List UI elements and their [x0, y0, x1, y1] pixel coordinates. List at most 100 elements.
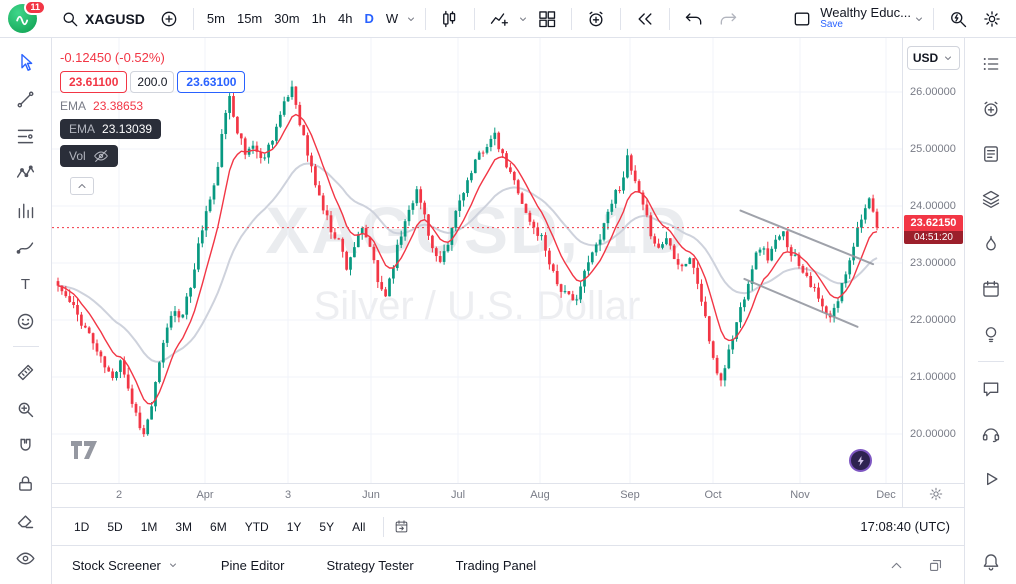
trend-line-icon [15, 89, 36, 110]
axis-settings-gear[interactable] [928, 486, 944, 502]
compare-add-button[interactable] [153, 5, 185, 33]
chat-bubble-icon [981, 379, 1001, 399]
lock-drawings-tool[interactable] [9, 471, 43, 495]
time-axis[interactable]: 2Apr3JunJulAugSepOctNovDec [52, 483, 964, 507]
price-axis-label: 22.00000 [910, 314, 956, 326]
tab-pine-editor[interactable]: Pine Editor [221, 558, 285, 573]
indicators-menu-caret-icon[interactable] [517, 13, 529, 25]
bar-replay-button[interactable] [629, 5, 661, 33]
timeframe-4h[interactable]: 4h [333, 7, 357, 30]
goto-date-button[interactable] [394, 519, 409, 534]
object-tree-button[interactable] [981, 189, 1001, 209]
ema-fast-row[interactable]: EMA 23.38653 [60, 99, 143, 113]
buy-button[interactable]: 23.63100 [177, 71, 245, 93]
shows-button[interactable] [981, 469, 1001, 489]
tab-trading-panel[interactable]: Trading Panel [456, 558, 536, 573]
ema-slow-row[interactable]: EMA 23.13039 [60, 119, 161, 139]
price-axis-label: 23.00000 [910, 257, 956, 269]
magnet-tool[interactable] [9, 434, 43, 458]
range-5y[interactable]: 5Y [311, 515, 342, 539]
toolbar-divider [933, 8, 934, 30]
sell-button[interactable]: 23.61100 [60, 71, 127, 93]
chart-type-button[interactable] [434, 5, 466, 33]
fib-retracement-tool[interactable] [9, 124, 43, 148]
range-ytd[interactable]: YTD [237, 515, 277, 539]
redo-button[interactable] [712, 5, 744, 33]
range-all[interactable]: All [344, 515, 373, 539]
indicators-button[interactable] [483, 5, 515, 33]
range-1d[interactable]: 1D [66, 515, 97, 539]
price-axis-label: 20.00000 [910, 428, 956, 440]
timeframe-menu-caret-icon[interactable] [405, 13, 417, 25]
tradingview-logo[interactable] [70, 440, 98, 460]
notifications-button[interactable] [981, 552, 1001, 572]
currency-scale-button[interactable]: USD [907, 46, 960, 70]
layout-name-menu[interactable]: Wealthy Educ... Save [820, 6, 911, 30]
remove-drawings-tool[interactable] [9, 508, 43, 532]
tab-strategy-tester[interactable]: Strategy Tester [326, 558, 413, 573]
chart-legend: -0.12450 (-0.52%) 23.61100 200.0 23.6310… [60, 50, 245, 195]
streams-button[interactable] [981, 424, 1001, 444]
calendar-button[interactable] [981, 279, 1001, 299]
countdown-timer: 04:51:20 [904, 231, 963, 244]
measure-tool[interactable] [9, 360, 43, 384]
panel-restore-icon[interactable] [927, 557, 944, 574]
brush-tool[interactable] [9, 235, 43, 259]
data-window-icon [981, 144, 1001, 164]
cursor-tool[interactable] [9, 50, 43, 74]
range-3m[interactable]: 3M [167, 515, 200, 539]
user-menu[interactable]: 11 [8, 4, 42, 34]
lock-icon [15, 473, 36, 494]
forecast-bars-icon [15, 200, 36, 221]
text-tool[interactable]: T [9, 272, 43, 296]
time-axis-label: Apr [196, 489, 213, 501]
eye-off-icon[interactable] [93, 148, 109, 164]
undo-button[interactable] [678, 5, 710, 33]
redo-icon [718, 9, 738, 29]
settings-button[interactable] [976, 5, 1008, 33]
timeframe-15m[interactable]: 15m [232, 7, 267, 30]
quantity-field[interactable]: 200.0 [130, 71, 174, 93]
timeframe-30m[interactable]: 30m [269, 7, 304, 30]
timeframe-5m[interactable]: 5m [202, 7, 230, 30]
layout-menu-caret-icon[interactable] [913, 13, 925, 25]
alerts-button[interactable] [981, 99, 1001, 119]
tab-stock-screener[interactable]: Stock Screener [72, 558, 179, 573]
layout-grid-button[interactable] [531, 5, 563, 33]
tradingview-app: 11 XAGUSD 5m 15m 30m 1h 4h D W Wealthy E… [0, 0, 1016, 584]
data-window-button[interactable] [981, 144, 1001, 164]
ideas-button[interactable] [981, 324, 1001, 344]
cursor-icon [15, 52, 36, 73]
price-axis[interactable]: USD 26.0000025.0000024.0000023.0000022.0… [902, 38, 964, 483]
hotlists-button[interactable] [981, 234, 1001, 254]
panel-collapse-chevron-icon[interactable] [888, 557, 905, 574]
lightning-button[interactable] [849, 449, 872, 472]
range-6m[interactable]: 6M [202, 515, 235, 539]
timeframe-1w[interactable]: W [381, 7, 403, 30]
last-price-value: 23.62150 [904, 215, 963, 231]
gear-icon [928, 486, 944, 502]
zoom-in-icon [15, 399, 36, 420]
symbol-search-button[interactable]: XAGUSD [54, 5, 151, 33]
volume-row[interactable]: Vol [60, 145, 118, 167]
range-1m[interactable]: 1M [133, 515, 166, 539]
pattern-tool[interactable] [9, 161, 43, 185]
watchlist-button[interactable] [981, 54, 1001, 74]
collapse-legend-button[interactable] [70, 177, 94, 195]
save-layout-button[interactable] [786, 5, 818, 33]
lightbulb-icon [981, 324, 1001, 344]
save-link[interactable]: Save [820, 20, 843, 31]
quick-search-button[interactable] [942, 5, 974, 33]
emoji-tool[interactable] [9, 309, 43, 333]
zoom-tool[interactable] [9, 397, 43, 421]
range-5d[interactable]: 5D [99, 515, 130, 539]
range-1y[interactable]: 1Y [279, 515, 310, 539]
trend-line-tool[interactable] [9, 87, 43, 111]
server-clock[interactable]: 17:08:40 (UTC) [860, 519, 950, 534]
forecast-tool[interactable] [9, 198, 43, 222]
chat-button[interactable] [981, 379, 1001, 399]
timeframe-1h[interactable]: 1h [307, 7, 331, 30]
timeframe-1d[interactable]: D [360, 7, 379, 30]
alert-add-button[interactable] [580, 5, 612, 33]
hide-drawings-tool[interactable] [9, 546, 43, 570]
